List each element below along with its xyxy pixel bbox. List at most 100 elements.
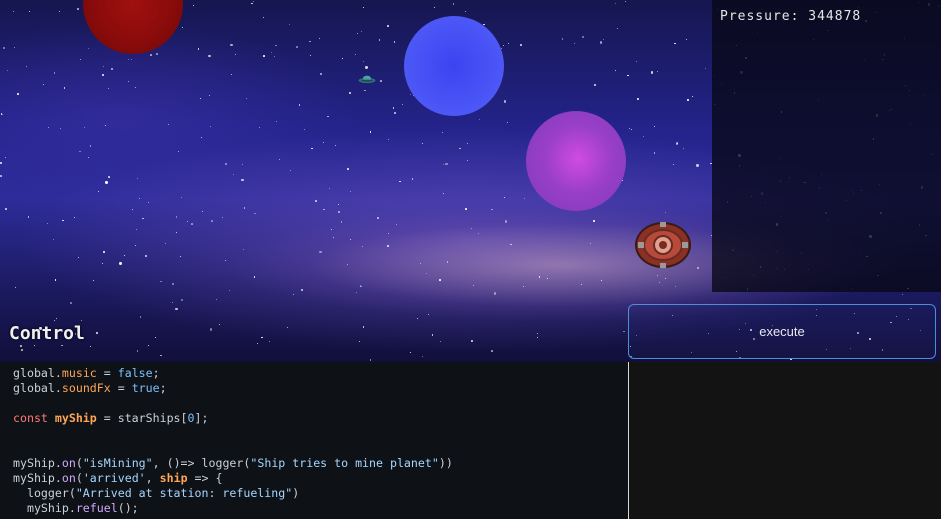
star	[159, 354, 162, 357]
star	[441, 131, 443, 133]
star	[346, 168, 349, 171]
code-line: global.soundFx = true;	[13, 381, 167, 395]
star	[181, 197, 183, 199]
star	[62, 219, 64, 222]
star	[664, 211, 666, 213]
star	[342, 57, 344, 59]
star	[225, 163, 227, 165]
star	[77, 256, 79, 258]
star	[111, 68, 113, 70]
star	[422, 143, 424, 145]
star	[561, 38, 564, 40]
star	[70, 302, 72, 304]
star	[338, 203, 340, 205]
star	[293, 294, 295, 296]
pressure-label: Pressure:	[720, 9, 800, 24]
star	[319, 37, 321, 39]
star	[364, 89, 367, 92]
star	[387, 25, 390, 27]
star	[502, 44, 504, 46]
star	[167, 123, 169, 125]
execute-button[interactable]: execute	[628, 304, 936, 359]
star	[186, 220, 188, 222]
star	[387, 138, 389, 140]
star	[624, 1, 626, 3]
star	[25, 66, 27, 68]
star	[420, 262, 422, 264]
star	[359, 285, 362, 288]
star	[623, 330, 626, 333]
star	[537, 336, 539, 338]
star	[401, 103, 403, 105]
star	[365, 66, 368, 69]
star	[355, 291, 357, 293]
star	[76, 7, 80, 10]
star	[53, 239, 55, 241]
star	[301, 289, 303, 291]
star	[674, 42, 677, 45]
star	[242, 248, 245, 251]
star	[466, 159, 469, 162]
star	[215, 298, 217, 300]
star	[269, 340, 271, 342]
star	[675, 142, 679, 145]
star	[4, 207, 8, 211]
star	[171, 302, 173, 304]
star	[358, 340, 360, 342]
star	[20, 345, 22, 347]
star	[425, 272, 428, 275]
star	[136, 177, 138, 179]
star	[177, 150, 179, 152]
star	[232, 173, 234, 175]
star	[642, 135, 644, 137]
star	[103, 251, 105, 253]
star	[230, 43, 233, 47]
star	[466, 142, 469, 145]
star	[134, 245, 136, 247]
star	[398, 180, 401, 183]
star	[628, 127, 631, 130]
star	[617, 27, 619, 29]
star	[155, 336, 157, 338]
star	[593, 219, 595, 222]
star	[261, 336, 263, 339]
star	[349, 92, 351, 94]
star	[635, 60, 638, 63]
star	[231, 74, 233, 76]
star	[98, 191, 100, 193]
star	[254, 212, 256, 215]
star	[156, 53, 158, 56]
star	[573, 42, 575, 44]
star	[221, 217, 223, 219]
star	[491, 350, 493, 352]
star	[119, 262, 122, 265]
space-station-icon[interactable]	[634, 220, 692, 270]
star	[15, 286, 17, 288]
star	[327, 115, 329, 118]
star	[102, 262, 104, 264]
purple-planet[interactable]	[526, 111, 626, 211]
blue-planet[interactable]	[404, 16, 504, 116]
star	[697, 267, 699, 269]
star	[416, 317, 418, 319]
star	[164, 242, 167, 245]
star	[901, 294, 903, 296]
star	[262, 16, 264, 18]
star	[350, 238, 352, 240]
code-editor[interactable]: global.music = false; global.soundFx = t…	[0, 362, 628, 519]
star	[105, 125, 107, 127]
star	[362, 245, 364, 247]
star	[225, 260, 227, 262]
star	[149, 53, 152, 56]
red-planet[interactable]	[83, 0, 183, 54]
star	[192, 4, 194, 6]
star	[380, 80, 382, 82]
star	[362, 6, 364, 8]
star	[464, 208, 467, 210]
ufo-ship-icon[interactable]	[358, 74, 376, 84]
code-line: myShip.on('arrived', ship => {	[13, 471, 223, 485]
star	[410, 351, 412, 353]
star	[241, 178, 244, 182]
star	[274, 56, 276, 58]
control-title: Control	[9, 323, 85, 344]
